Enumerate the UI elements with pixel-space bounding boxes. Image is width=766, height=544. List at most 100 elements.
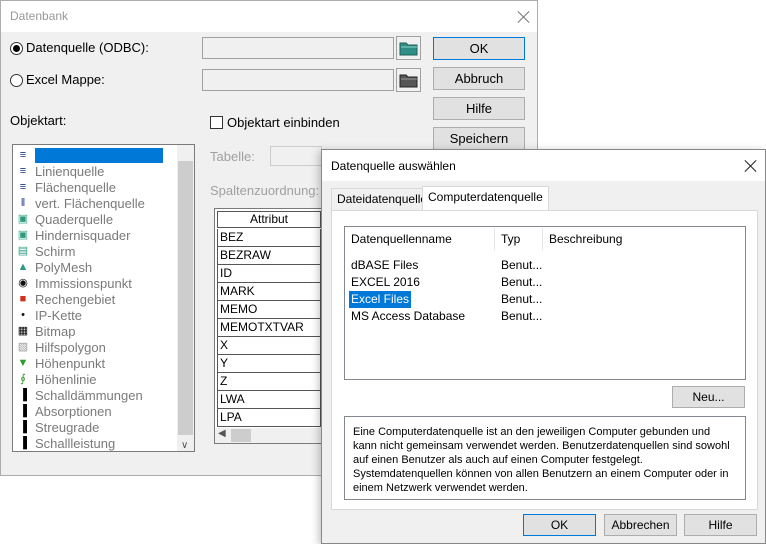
object-type-item[interactable]: ▼ Höhenpunkt [15, 355, 177, 371]
new-data-source-button[interactable]: Neu... [672, 386, 745, 408]
attribute-cell[interactable]: X [217, 337, 321, 355]
object-type-scrollbar[interactable]: ∨ [177, 145, 194, 451]
attribute-cell[interactable]: MEMOTXTVAR [217, 319, 321, 337]
excel-file-field[interactable] [202, 69, 394, 91]
excel-browse-button[interactable] [396, 68, 421, 92]
tab-file-data-source[interactable]: Dateidatenquelle [331, 188, 434, 210]
attribute-cell[interactable]: Y [217, 355, 321, 373]
data-source-name[interactable]: Excel Files [349, 291, 412, 308]
column-header-name[interactable]: Datenquellenname [345, 228, 495, 250]
odbc-browse-button[interactable] [396, 36, 421, 60]
sound-insulation-icon: ▐ [19, 389, 27, 401]
helper-polygon-icon: ▧ [17, 341, 29, 353]
scroll-thumb[interactable] [178, 161, 193, 435]
object-type-item[interactable]: ▦ Bitmap [15, 323, 177, 339]
title-bar: Datenbank [1, 1, 537, 32]
dialog-title: Datenquelle auswählen [331, 159, 456, 173]
odbc-radio-label[interactable]: Datenquelle (ODBC): [26, 40, 149, 55]
column-mapping-label: Spaltenzuordnung: [210, 183, 320, 198]
object-type-item[interactable]: ▐ Schallleistung [15, 435, 177, 451]
point-source-icon: ≡ [19, 149, 27, 161]
object-type-item[interactable]: • IP-Kette [15, 307, 177, 323]
close-icon[interactable] [517, 10, 531, 24]
excel-radio-label[interactable]: Excel Mappe: [26, 72, 105, 87]
attribute-cell[interactable]: MARK [217, 283, 321, 301]
embed-object-type-label[interactable]: Objektart einbinden [227, 115, 340, 130]
object-type-item[interactable]: ▧ Hilfspolygon [15, 339, 177, 355]
object-type-label: Punktquelle [35, 147, 163, 163]
object-type-item[interactable]: ▐ Schalldämmungen [15, 387, 177, 403]
data-source-type: Benut... [501, 309, 543, 323]
object-type-item[interactable]: ≡ Linienquelle [15, 163, 177, 179]
odbc-source-field[interactable] [202, 37, 394, 59]
line-source-icon: ≡ [19, 165, 27, 177]
attribute-cell[interactable]: BEZRAW [217, 247, 321, 265]
object-type-label: Hindernisquader [35, 227, 131, 243]
contour-line-icon: ∮ [20, 373, 26, 385]
object-type-item[interactable]: ▣ Quaderquelle [15, 211, 177, 227]
cancel-button[interactable]: Abbruch [433, 67, 525, 90]
object-type-item[interactable]: ▐ Absorptionen [15, 403, 177, 419]
scroll-thumb[interactable] [231, 429, 251, 442]
ok-button[interactable]: OK [523, 514, 596, 536]
scatter-degree-icon: ▐ [19, 421, 27, 433]
object-type-item[interactable]: ■ Rechengebiet [15, 291, 177, 307]
data-source-type: Benut... [501, 275, 543, 289]
close-icon[interactable] [744, 159, 758, 173]
table-select [270, 146, 322, 166]
object-type-item[interactable]: ▣ Hindernisquader [15, 227, 177, 243]
object-type-label: Streugrade [35, 419, 100, 435]
attribute-cell[interactable]: MEMO [217, 301, 321, 319]
save-button[interactable]: Speichern [433, 127, 525, 150]
object-type-item[interactable]: ▤ Schirm [15, 243, 177, 259]
object-type-item[interactable]: ‖ vert. Flächenquelle [15, 195, 177, 211]
scroll-left-icon[interactable]: ◀ [218, 428, 226, 439]
column-header-type[interactable]: Typ [495, 228, 543, 250]
cuboid-source-icon: ▣ [17, 213, 29, 225]
folder-icon [399, 42, 418, 56]
vertical-area-source-icon: ‖ [20, 197, 26, 209]
tab-machine-data-source[interactable]: Computerdatenquelle [422, 186, 549, 210]
object-type-item[interactable]: ◉ Immissionspunkt [15, 275, 177, 291]
object-type-label: Schallleistung [35, 435, 116, 451]
column-header-description[interactable]: Beschreibung [543, 228, 745, 250]
object-type-item[interactable]: ▐ Streugrade [15, 419, 177, 435]
object-type-label: Schirm [35, 243, 76, 259]
attribute-cell[interactable]: Z [217, 373, 321, 391]
excel-radio[interactable] [10, 74, 23, 87]
cancel-button[interactable]: Abbrechen [604, 514, 677, 536]
chevron-down-icon[interactable]: ∨ [181, 440, 190, 451]
screen-icon: ▤ [17, 245, 29, 257]
object-type-label: Rechengebiet [35, 291, 116, 307]
object-type-label: Quaderquelle [35, 211, 114, 227]
ok-button[interactable]: OK [433, 37, 525, 60]
object-type-item[interactable]: ≡ Flächenquelle [15, 179, 177, 195]
attribute-cell[interactable]: LWA [217, 391, 321, 409]
select-data-source-dialog: Datenquelle auswählen Dateidatenquelle C… [321, 149, 766, 544]
help-button[interactable]: Hilfe [433, 97, 525, 120]
object-type-list[interactable]: ≡ Punktquelle ≡ Linienquelle ≡ Flächenquelle ‖… [12, 144, 195, 452]
data-source-name[interactable]: dBASE Files [351, 257, 418, 274]
immission-point-icon: ◉ [18, 277, 28, 289]
data-source-list[interactable]: Datenquellenname Typ Beschreibung dBASE … [344, 226, 746, 380]
object-type-item[interactable]: ∮ Höhenlinie [15, 371, 177, 387]
attribute-cell[interactable]: LPA [217, 409, 321, 427]
area-source-icon: ≡ [19, 181, 27, 193]
absorption-icon: ▐ [19, 405, 27, 417]
data-source-name[interactable]: EXCEL 2016 [351, 274, 420, 291]
embed-object-type-checkbox[interactable] [210, 116, 223, 129]
obstacle-cuboid-icon: ▣ [17, 229, 29, 241]
attribute-table-scrollbar[interactable]: ◀ [215, 428, 325, 443]
object-type-item[interactable]: ▲ PolyMesh [15, 259, 177, 275]
attribute-cell[interactable]: ID [217, 265, 321, 283]
data-source-type: Benut... [501, 258, 543, 272]
odbc-radio[interactable] [10, 42, 23, 55]
attribute-table[interactable]: Attribut BEZ BEZRAW ID MARK MEMO MEMOTXTVAR X Y… [214, 208, 326, 444]
object-type-item[interactable]: ≡ Punktquelle [15, 147, 177, 163]
object-type-label: PolyMesh [35, 259, 93, 275]
object-type-label: Bitmap [35, 323, 76, 339]
help-button[interactable]: Hilfe [684, 514, 757, 536]
attribute-cell[interactable]: BEZ [217, 229, 321, 247]
data-source-name[interactable]: MS Access Database [351, 308, 465, 325]
object-type-label: Immissionspunkt [35, 275, 132, 291]
